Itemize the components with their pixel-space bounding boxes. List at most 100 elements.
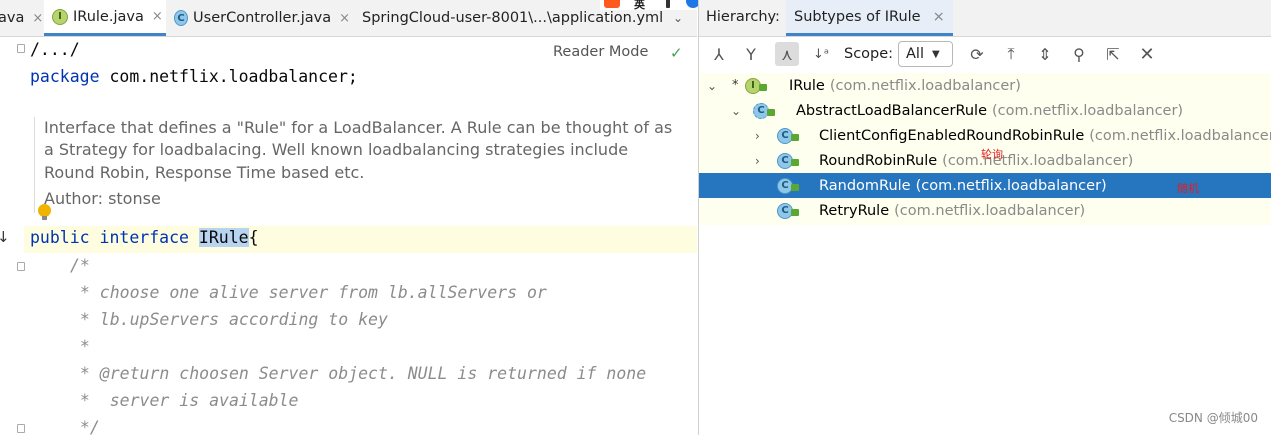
fold-marker-icon[interactable]: [17, 424, 25, 433]
package-name: (com.netflix.loadbalancer): [829, 77, 1021, 94]
close-icon[interactable]: ×: [339, 11, 350, 26]
punctuation-icon[interactable]: [666, 0, 670, 8]
hierarchy-header: Hierarchy: Subtypes of IRule ×: [699, 0, 1271, 37]
public-modifier-icon: [791, 159, 799, 166]
chevron-down-icon[interactable]: ⌄: [731, 104, 741, 118]
inspection-ok-icon[interactable]: ✓: [670, 44, 683, 62]
sort-alpha-icon[interactable]: ↓ᵃ: [809, 42, 833, 66]
comment-line: * server is available: [70, 391, 299, 410]
chevron-down-icon[interactable]: ⌄: [707, 79, 717, 93]
tree-row-irule[interactable]: ⌄ * I IRule (com.netflix.loadbalancer): [699, 73, 1271, 98]
package-name: (com.netflix.loadbalancer): [942, 152, 1134, 169]
tree-item-label: RandomRule (com.netflix.loadbalancer): [819, 178, 1107, 194]
sogou-logo-icon[interactable]: [604, 0, 620, 8]
refresh-icon[interactable]: ⟳: [965, 42, 989, 66]
public-modifier-icon: [791, 209, 799, 216]
package-name: com.netflix.loadbalancer;: [99, 67, 358, 86]
package-line: package com.netflix.loadbalancer;: [30, 67, 358, 86]
public-modifier-icon: [791, 184, 799, 191]
pin-icon[interactable]: ⚲: [1067, 42, 1091, 66]
tab-label: Subtypes of IRule: [794, 8, 921, 25]
keyword: package: [30, 67, 100, 86]
interface-declaration: public interface IRule{: [30, 228, 259, 247]
close-icon[interactable]: ×: [933, 9, 945, 25]
chevron-right-icon[interactable]: ›: [755, 154, 760, 168]
comment-line: *: [70, 337, 90, 356]
supertypes-icon[interactable]: ⅄: [707, 42, 731, 66]
scope-value: All: [906, 46, 924, 62]
tab-previous-java[interactable]: ava ×: [0, 0, 43, 36]
public-modifier-icon: [767, 109, 775, 116]
tab-label: UserController.java: [193, 10, 332, 26]
close-icon[interactable]: ×: [152, 9, 163, 24]
hierarchy-tree: ⌄ * I IRule (com.netflix.loadbalancer) ⌄ …: [699, 73, 1271, 225]
folded-imports[interactable]: /.../: [30, 40, 80, 59]
interface-name[interactable]: IRule: [198, 228, 249, 247]
tab-usercontroller-java[interactable]: C UserController.java ×: [172, 0, 350, 36]
brace: {: [248, 228, 259, 247]
class-hierarchy-icon[interactable]: ⋏: [775, 42, 799, 66]
chevron-down-icon: ▼: [931, 48, 940, 60]
comment-line: */: [70, 418, 100, 435]
comment-line: * @return choosen Server object. NULL is…: [70, 364, 647, 383]
tree-item-label: AbstractLoadBalancerRule (com.netflix.loa…: [796, 103, 1183, 119]
package-name: (com.netflix.loadbalancer): [894, 202, 1086, 219]
fold-marker-icon[interactable]: [17, 44, 25, 53]
fold-marker-icon[interactable]: [17, 262, 25, 271]
close-icon[interactable]: ✕: [1135, 42, 1159, 66]
public-modifier-icon: [791, 134, 799, 141]
type-name: RetryRule: [819, 202, 890, 219]
implemented-gutter-icon[interactable]: ↓: [0, 228, 10, 246]
export-icon[interactable]: ⤒: [999, 42, 1023, 66]
type-name: ClientConfigEnabledRoundRobinRule: [819, 127, 1085, 144]
reader-mode-button[interactable]: Reader Mode: [553, 44, 648, 60]
tree-item-label: RetryRule (com.netflix.loadbalancer): [819, 203, 1085, 219]
hierarchy-panel: Hierarchy: Subtypes of IRule × ⅄ Y ⋏ ↓ᵃ …: [698, 0, 1271, 435]
scope-select[interactable]: All ▼: [898, 41, 953, 67]
interface-icon: I: [52, 8, 68, 25]
tree-item-label: RoundRobinRule (com.netflix.loadbalancer): [819, 153, 1133, 169]
close-icon[interactable]: ×: [32, 11, 43, 26]
comment-line: * choose one alive server from lb.allSer…: [70, 283, 547, 302]
class-icon: C: [174, 10, 189, 26]
code-editor[interactable]: ava × I IRule.java × C UserController.ja…: [0, 0, 697, 435]
chevron-right-icon[interactable]: ›: [755, 129, 760, 143]
type-name: RandomRule: [819, 177, 911, 194]
type-name: RoundRobinRule: [819, 152, 938, 169]
hierarchy-toolbar: ⅄ Y ⋏ ↓ᵃ Scope: All ▼ ⟳ ⤒ ⇕ ⚲ ⇱ ✕: [699, 37, 1271, 71]
tree-row-retryrule[interactable]: C RetryRule (com.netflix.loadbalancer): [699, 198, 1271, 223]
package-name: (com.netflix.loadbalancer): [915, 177, 1107, 194]
public-modifier-icon: [759, 84, 767, 91]
panel-title: Hierarchy:: [706, 9, 780, 25]
comment-line: /*: [70, 256, 90, 275]
tree-row-abstractloadbalancerrule[interactable]: ⌄ C AbstractLoadBalancerRule (com.netflix…: [699, 98, 1271, 123]
rendered-javadoc: Interface that defines a "Rule" for a Lo…: [34, 117, 685, 213]
tree-row-roundrobinrule[interactable]: › C RoundRobinRule (com.netflix.loadbalan…: [699, 148, 1271, 173]
package-name: (com.netflix.loadbalancer): [992, 102, 1184, 119]
package-name: (com.netflix.loadbalancer): [1089, 127, 1271, 144]
tab-label: IRule.java: [73, 8, 144, 25]
tab-irule-java[interactable]: I IRule.java ×: [44, 0, 166, 36]
tree-row-clientconfigenabledroundrobinrule[interactable]: › C ClientConfigEnabledRoundRobinRule (co…: [699, 123, 1271, 148]
intention-bulb-icon[interactable]: [38, 204, 51, 220]
tree-row-randomrule[interactable]: C RandomRule (com.netflix.loadbalancer) 随…: [699, 173, 1271, 198]
watermark: CSDN @倾城00: [1168, 411, 1258, 425]
expand-all-icon[interactable]: ⇕: [1033, 42, 1057, 66]
keyword: interface: [99, 228, 189, 247]
type-name: AbstractLoadBalancerRule: [796, 102, 988, 119]
tab-label: SpringCloud-user-8001\...\application.ym…: [362, 10, 662, 26]
javadoc-text: Interface that defines a "Rule" for a Lo…: [44, 118, 673, 182]
keyword: public: [30, 228, 90, 247]
comment-line: * lb.upServers according to key: [70, 310, 388, 329]
ime-language-label[interactable]: 英: [634, 0, 645, 10]
star-icon: *: [732, 78, 739, 93]
tab-subtypes-of-irule[interactable]: Subtypes of IRule ×: [786, 0, 953, 36]
annotation-round-robin: 轮询: [981, 148, 1003, 161]
tab-label: ava: [0, 10, 25, 26]
javadoc-author: Author: stonse: [44, 188, 161, 208]
open-in-editor-icon[interactable]: ⇱: [1101, 42, 1125, 66]
editor-tab-bar: ava × I IRule.java × C UserController.ja…: [0, 0, 697, 37]
subtypes-icon[interactable]: Y: [739, 42, 763, 66]
tree-item-label: IRule (com.netflix.loadbalancer): [789, 78, 1021, 94]
tree-item-label: ClientConfigEnabledRoundRobinRule (com.ne…: [819, 128, 1271, 144]
